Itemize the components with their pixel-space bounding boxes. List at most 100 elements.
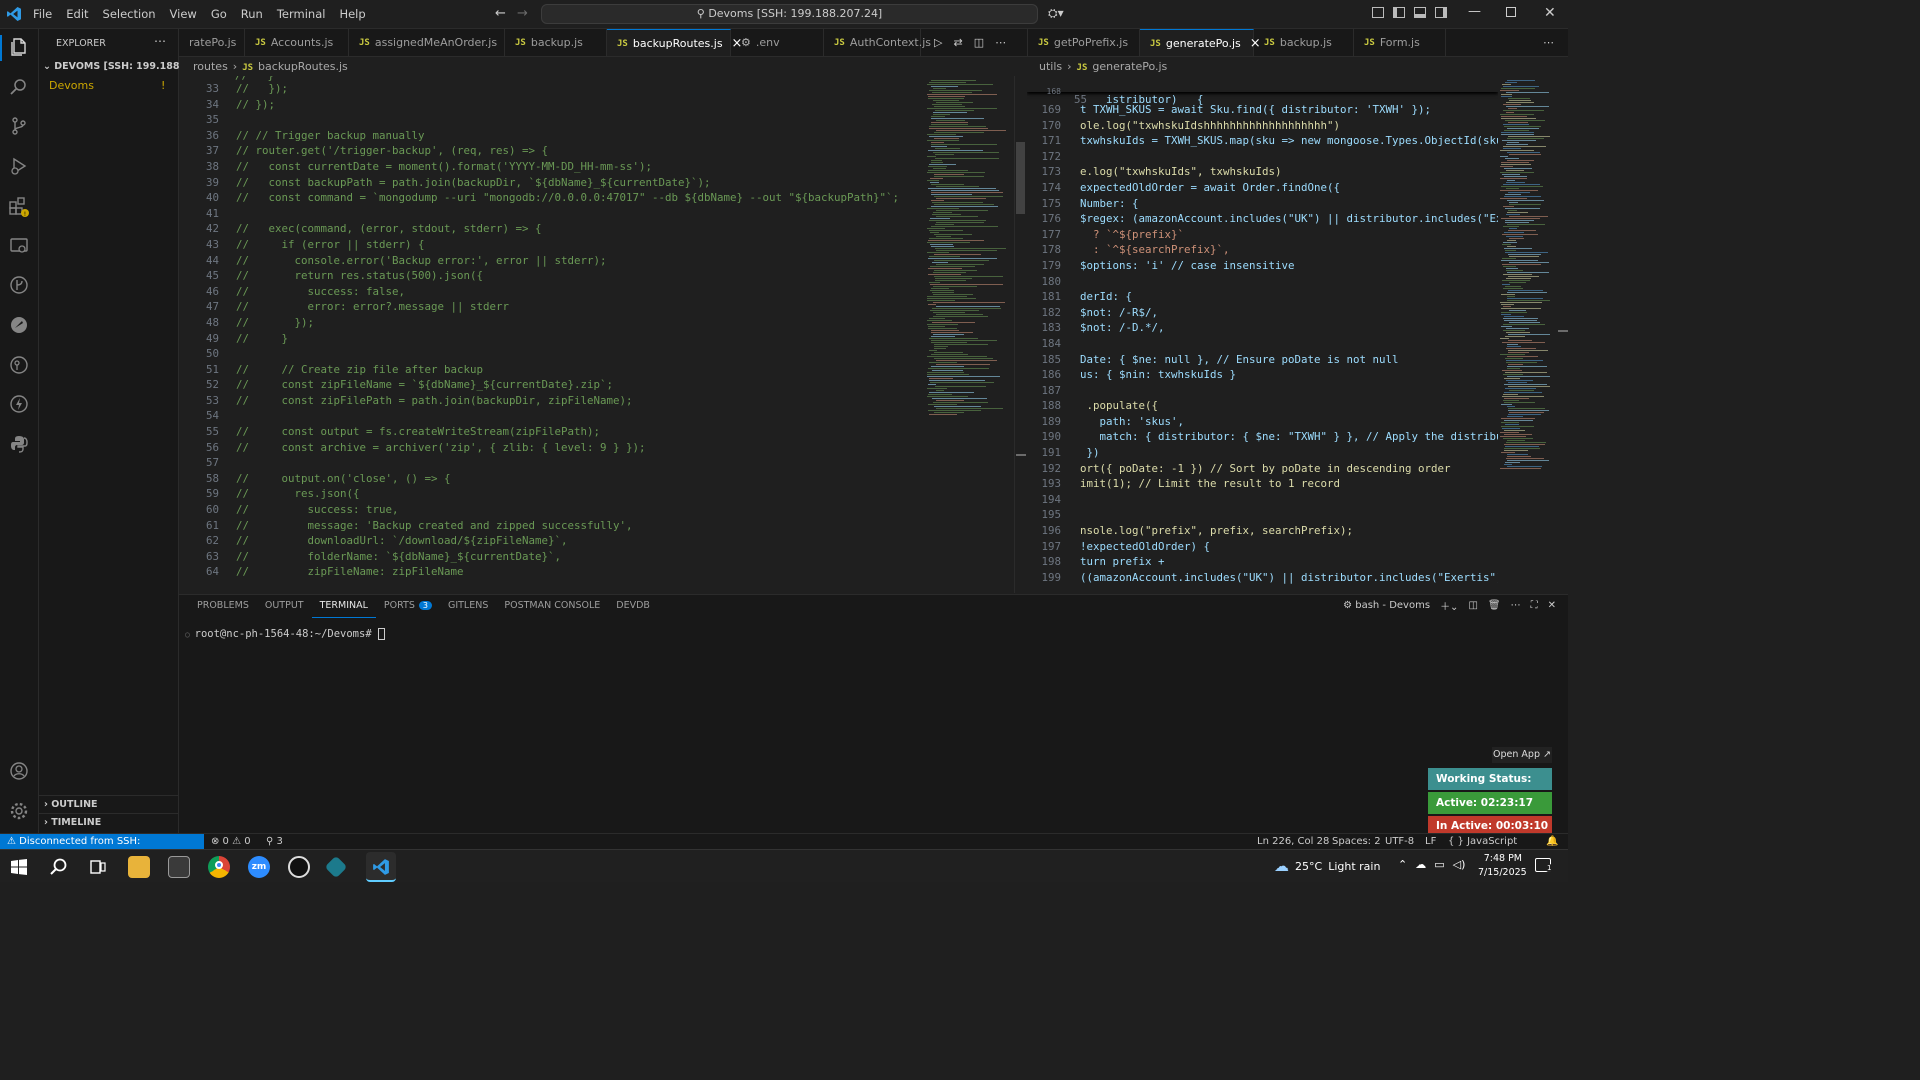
editor-tab[interactable]: JS backup.js — [505, 29, 607, 56]
right-scrollbar[interactable] — [1556, 76, 1568, 593]
left-scroll-thumb[interactable] — [1016, 142, 1025, 214]
notification-center-icon[interactable]: 1 — [1535, 858, 1554, 872]
task-view-icon[interactable] — [90, 859, 106, 878]
menu-item-help[interactable]: Help — [332, 0, 372, 29]
problems-indicator[interactable]: ⊗ 0 ⚠ 0 — [211, 834, 251, 850]
cursor-position[interactable]: Ln 226, Col 28 — [1257, 834, 1329, 850]
toggle-secondary-sidebar-icon[interactable] — [1435, 7, 1447, 18]
breadcrumb-item[interactable]: backupRoutes.js — [258, 60, 348, 73]
vscode-app-icon[interactable] — [366, 852, 396, 882]
toggle-panel-icon[interactable] — [1414, 7, 1426, 18]
command-center[interactable]: ⚲ Devoms [SSH: 199.188.207.24] — [541, 4, 1038, 24]
onedrive-icon[interactable]: ☁ — [1415, 858, 1426, 871]
ports-indicator[interactable]: ⚲ 3 — [266, 834, 283, 850]
chevron-up-icon[interactable]: ⌃ — [1398, 858, 1407, 871]
network-icon[interactable]: ▭ — [1434, 858, 1444, 871]
maximize-panel-icon[interactable]: ⛶ — [1531, 600, 1538, 611]
panel-tab-devdb[interactable]: DEVDB — [608, 595, 658, 617]
panel-tab-ports[interactable]: PORTS — [384, 600, 415, 611]
back-arrow-icon[interactable]: ← — [495, 6, 506, 21]
right-editor[interactable]: 55 istributor) { 168 169 t TXWH_SKUS = awa… — [1027, 76, 1498, 593]
language-mode[interactable]: { } JavaScript — [1448, 834, 1517, 850]
thunder-client-icon[interactable] — [8, 394, 30, 416]
menu-item-view[interactable]: View — [163, 0, 204, 29]
breadcrumb-item[interactable]: utils — [1039, 60, 1062, 73]
right-minimap[interactable] — [1498, 76, 1556, 593]
editor-tab[interactable]: JS getPoPrefix.js — [1028, 29, 1140, 56]
open-app-button[interactable]: Open App ↗ — [1492, 747, 1552, 763]
minimize-icon[interactable]: — — [1468, 4, 1481, 19]
timeline-section[interactable]: › TIMELINE — [39, 813, 179, 831]
volume-icon[interactable]: ◁) — [1453, 858, 1466, 871]
menu-item-go[interactable]: Go — [204, 0, 234, 29]
right-more-actions-icon[interactable]: ⋯ — [1543, 36, 1554, 49]
folder-devoms[interactable]: Devoms ! — [39, 77, 179, 95]
close-panel-icon[interactable]: ✕ — [1548, 600, 1556, 611]
breadcrumb-item[interactable]: generatePo.js — [1092, 60, 1167, 73]
gitlens-icon[interactable] — [8, 355, 30, 377]
left-minimap[interactable] — [925, 76, 1014, 593]
editor-tab[interactable]: ratePo.js — [179, 29, 245, 56]
toggle-primary-sidebar-icon[interactable] — [1393, 7, 1405, 18]
postman-icon[interactable] — [8, 315, 30, 337]
panel-more-icon[interactable]: ⋯ — [1511, 600, 1521, 611]
explorer-more-icon[interactable]: ⋯ — [154, 34, 166, 48]
forward-arrow-icon[interactable]: → — [517, 6, 528, 21]
menu-item-run[interactable]: Run — [234, 0, 270, 29]
restore-icon[interactable] — [1506, 7, 1516, 17]
panel-tab-ports-wrap[interactable]: PORTS 3 — [376, 595, 440, 617]
indentation[interactable]: Spaces: 2 — [1332, 834, 1381, 850]
git-graph-icon[interactable] — [8, 275, 30, 297]
editor-tab[interactable]: JS AuthContext.js — [824, 29, 931, 56]
editor-tab[interactable]: JS Accounts.js — [245, 29, 349, 56]
menu-item-file[interactable]: File — [26, 0, 59, 29]
extensions-icon[interactable]: ! — [8, 196, 30, 218]
split-terminal-icon[interactable]: ◫ — [1468, 600, 1477, 611]
zoom-app-icon[interactable]: zm — [248, 856, 270, 878]
workspace-root[interactable]: ⌄ DEVOMS [SSH: 199.188.20... — [43, 61, 179, 72]
left-scrollbar[interactable] — [1014, 76, 1026, 593]
notifications-bell-icon[interactable]: 🔔 — [1546, 834, 1558, 850]
close-window-icon[interactable]: ✕ — [1544, 5, 1556, 21]
panel-tab-output[interactable]: OUTPUT — [257, 595, 312, 617]
remote-explorer-icon[interactable] — [8, 236, 30, 258]
new-terminal-icon[interactable]: ＋⌄ — [1440, 598, 1458, 613]
copilot-icon[interactable]: ⛭▾ — [1048, 6, 1064, 21]
terminal-session[interactable]: ⚙ bash - Devoms — [1343, 600, 1430, 611]
panel-tab-problems[interactable]: PROBLEMS — [189, 595, 257, 617]
app-icon-teal[interactable] — [324, 855, 348, 879]
manage-gear-icon[interactable] — [8, 801, 30, 823]
python-icon[interactable] — [8, 434, 30, 456]
file-explorer-app-icon[interactable] — [128, 856, 150, 878]
editor-tab[interactable]: JS assignedMeAnOrder.js — [349, 29, 505, 56]
editor-tab[interactable]: JS Form.js — [1354, 29, 1446, 56]
windows-start-icon[interactable] — [11, 859, 27, 875]
taskbar-search-icon[interactable] — [50, 858, 68, 879]
left-editor[interactable]: // } 33 // }); 34 // }); 3536 // // Trigger b… — [179, 76, 925, 593]
menu-item-selection[interactable]: Selection — [96, 0, 163, 29]
search-icon[interactable] — [8, 77, 30, 99]
menu-item-terminal[interactable]: Terminal — [270, 0, 333, 29]
explorer-icon[interactable] — [8, 37, 30, 59]
weather-widget[interactable]: ☁ 25°C Light rain — [1274, 857, 1380, 875]
chrome-app-icon[interactable] — [208, 856, 230, 878]
remote-indicator[interactable]: ⚠ Disconnected from SSH: 199.188.207.24 — [0, 834, 204, 863]
store-app-icon[interactable] — [168, 856, 190, 878]
panel-tab-terminal[interactable]: TERMINAL — [311, 595, 376, 618]
kill-terminal-icon[interactable]: 🗑 — [1488, 600, 1501, 611]
editor-tab[interactable]: JS backupRoutes.js × — [607, 29, 742, 56]
editor-tab[interactable]: JS backup.js — [1254, 29, 1354, 56]
run-file-icon[interactable]: ▷ — [934, 36, 942, 49]
clock[interactable]: 7:48 PM 7/15/2025 — [1478, 852, 1527, 880]
outline-section[interactable]: › OUTLINE — [39, 795, 179, 813]
editor-tab[interactable]: JS generatePo.js × — [1140, 29, 1261, 56]
source-control-icon[interactable] — [8, 116, 30, 138]
encoding[interactable]: UTF-8 — [1385, 834, 1414, 850]
end-of-line[interactable]: LF — [1425, 834, 1436, 850]
breadcrumb-item[interactable]: routes — [193, 60, 228, 73]
accounts-icon[interactable] — [8, 761, 30, 783]
customize-layout-icon[interactable] — [1372, 7, 1384, 18]
run-debug-icon[interactable] — [8, 156, 30, 178]
panel-tab-gitlens[interactable]: GITLENS — [440, 595, 496, 617]
terminal[interactable]: ○ root@nc-ph-1564-48:~/Devoms# — [179, 619, 1568, 833]
